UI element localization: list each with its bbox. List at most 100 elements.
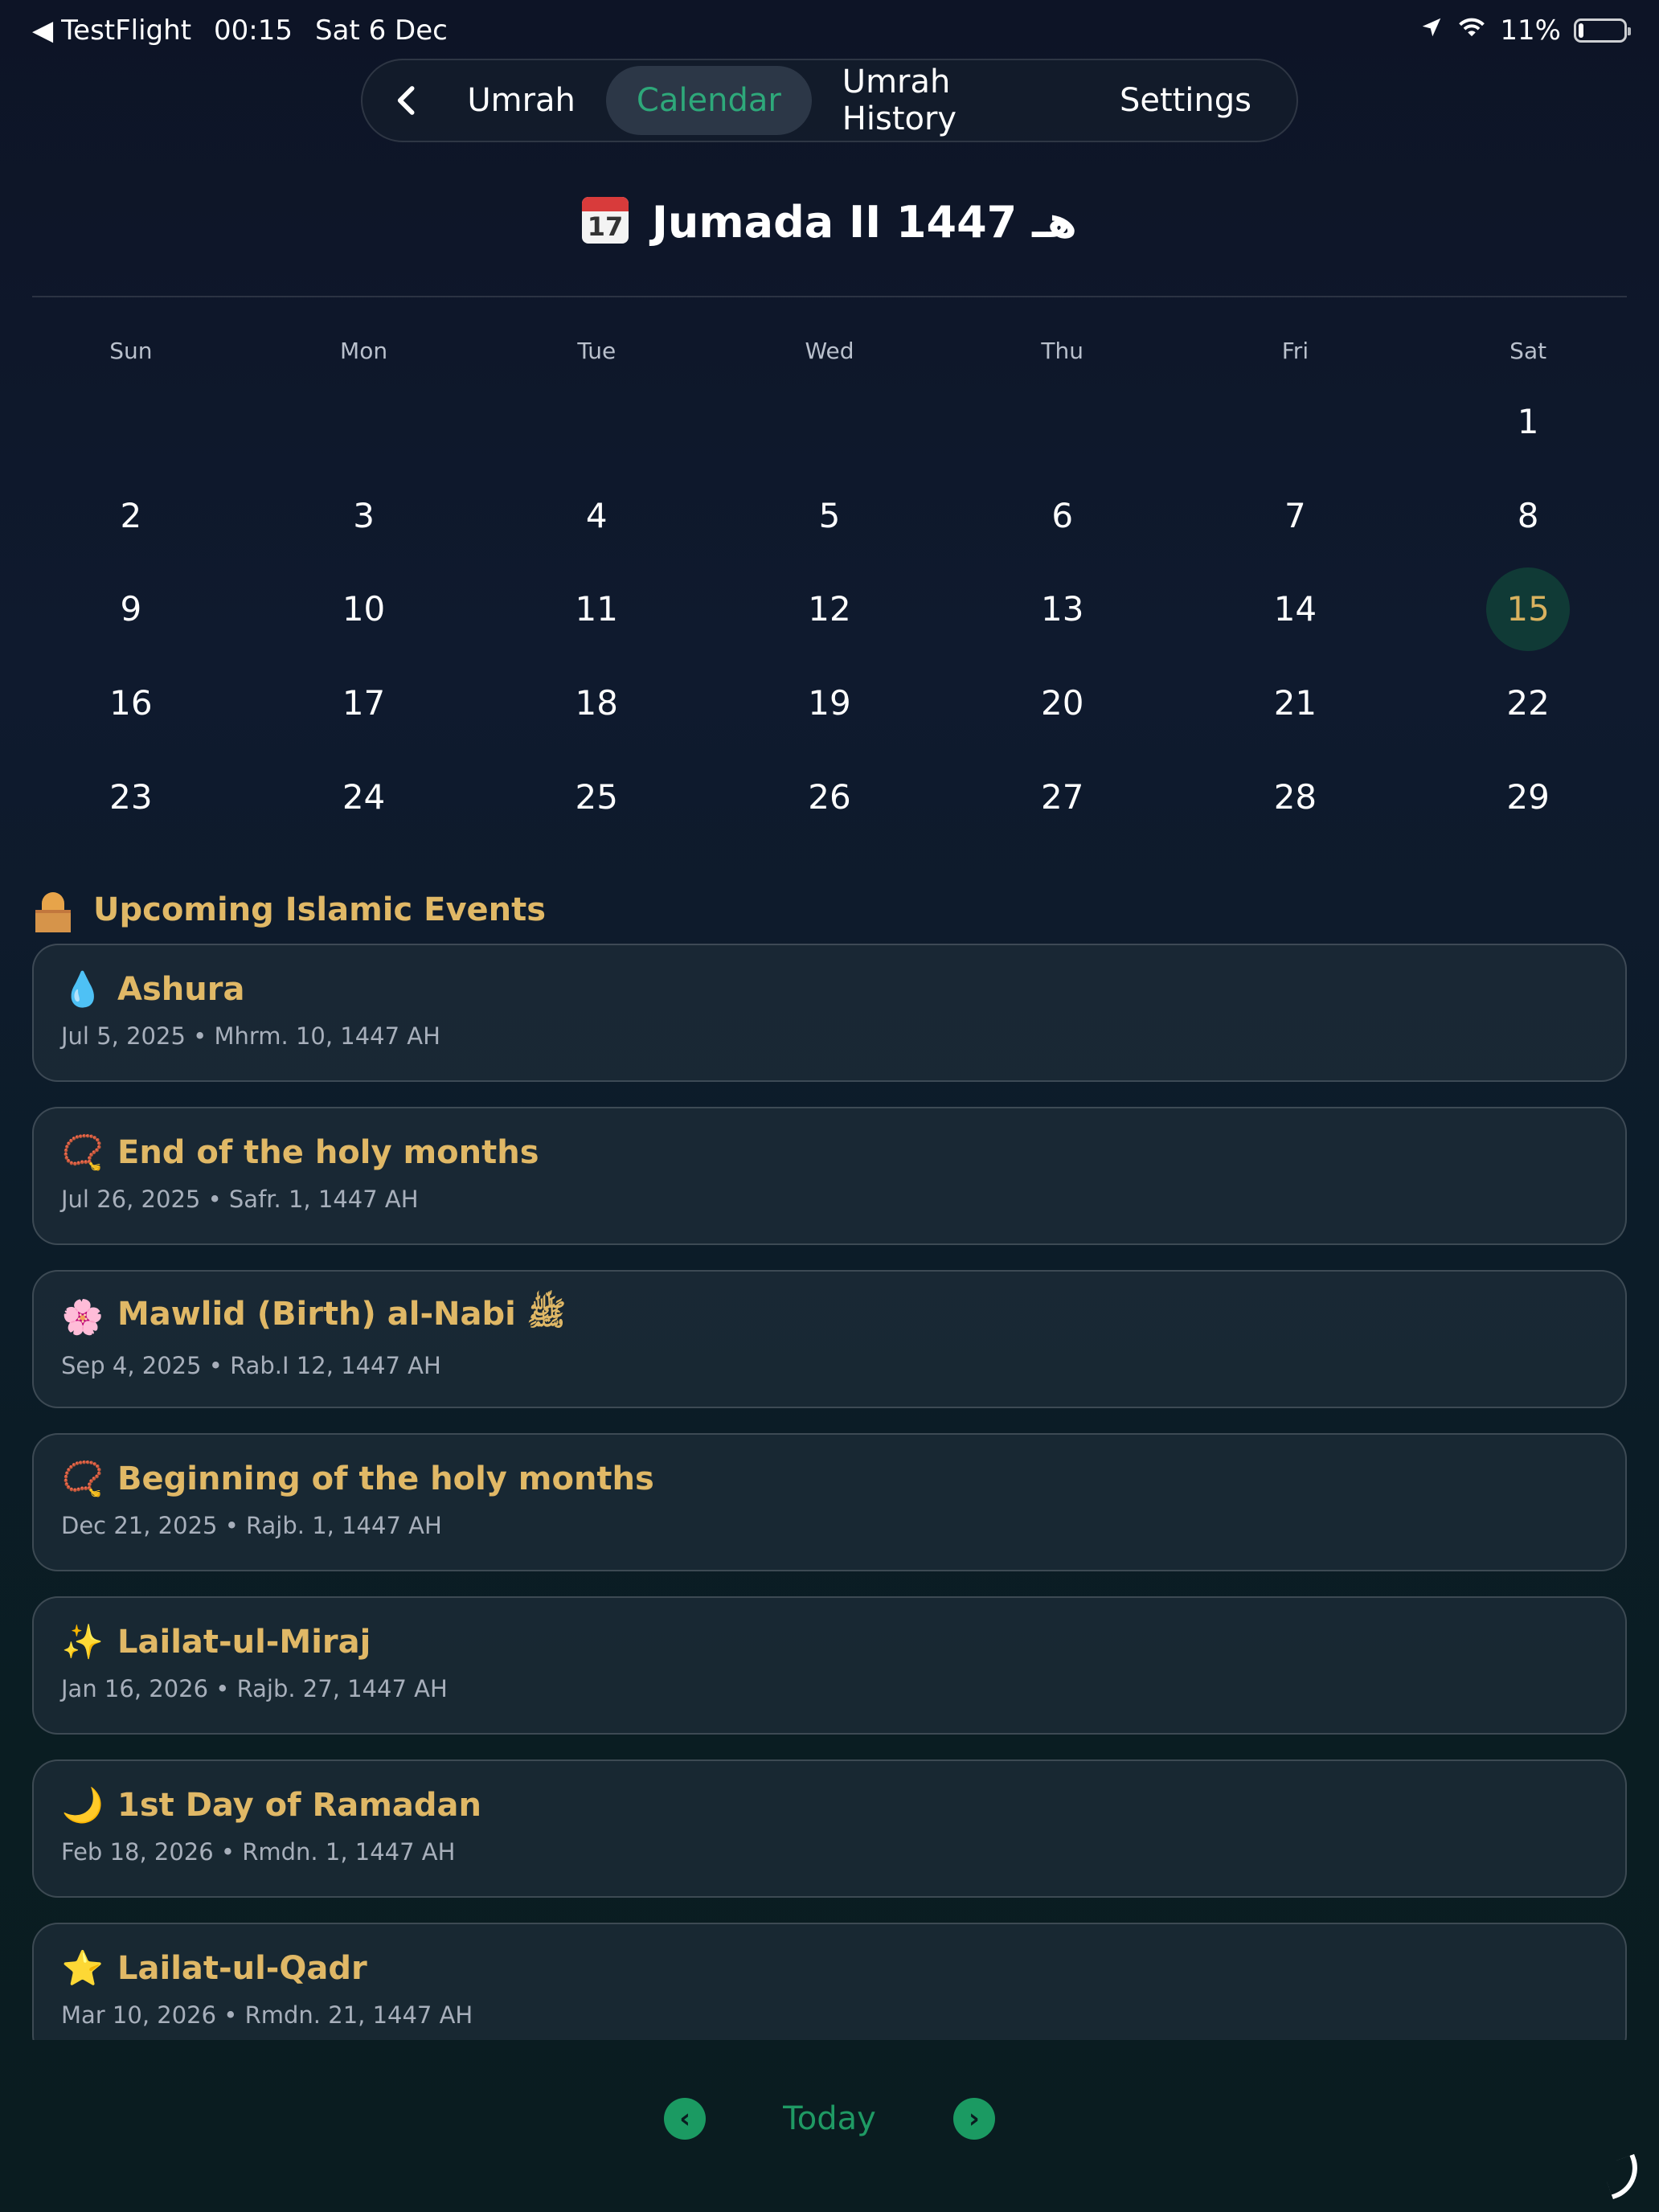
- back-chevron-button[interactable]: [377, 68, 436, 133]
- day-cell[interactable]: 1: [1411, 375, 1645, 469]
- day-cell[interactable]: 4: [480, 469, 713, 563]
- top-navigation: Umrah Calendar Umrah History Settings: [361, 59, 1298, 142]
- day-number: 27: [1040, 777, 1084, 817]
- day-cell[interactable]: 18: [480, 656, 713, 750]
- empty-day-cell: [1179, 375, 1412, 469]
- day-cell[interactable]: 13: [946, 563, 1179, 657]
- event-name: Mawlid (Birth) al-Nabi ﷺ: [117, 1296, 567, 1333]
- next-month-button[interactable]: ›: [952, 2098, 995, 2140]
- day-cell[interactable]: 21: [1179, 656, 1412, 750]
- event-card[interactable]: 🌙 1st Day of Ramadan Feb 18, 2026 • Rmdn. …: [32, 1759, 1627, 1898]
- day-cell[interactable]: 10: [248, 563, 481, 657]
- divider: [32, 296, 1627, 297]
- day-cell[interactable]: 20: [946, 656, 1179, 750]
- event-card[interactable]: ✨ Lailat-ul-Miraj Jan 16, 2026 • Rajb. 27,…: [32, 1596, 1627, 1735]
- day-cell[interactable]: 25: [480, 750, 713, 844]
- crescent-moon-icon: 🌙: [61, 1785, 104, 1825]
- previous-month-button[interactable]: ‹: [664, 2098, 707, 2140]
- day-cell[interactable]: 26: [713, 750, 946, 844]
- day-number: 23: [109, 777, 153, 817]
- day-number: 24: [342, 777, 386, 817]
- prayer-beads-icon: 📿: [61, 1459, 104, 1498]
- day-cell[interactable]: 2: [14, 469, 248, 563]
- day-number: 7: [1284, 495, 1306, 535]
- day-cell[interactable]: 3: [248, 469, 481, 563]
- tab-umrah[interactable]: Umrah: [436, 66, 606, 135]
- event-date: Mar 10, 2026 • Rmdn. 21, 1447 AH: [61, 2001, 473, 2029]
- day-cell[interactable]: 28: [1179, 750, 1412, 844]
- day-cell[interactable]: 23: [14, 750, 248, 844]
- event-date: Jul 5, 2025 • Mhrm. 10, 1447 AH: [61, 1022, 440, 1050]
- status-right: 11%: [1419, 14, 1631, 47]
- empty-day-cell: [480, 375, 713, 469]
- event-name: Beginning of the holy months: [117, 1460, 654, 1497]
- day-number: 17: [342, 683, 386, 723]
- empty-day-cell: [14, 375, 248, 469]
- empty-day-cell: [946, 375, 1179, 469]
- event-date: Sep 4, 2025 • Rab.I 12, 1447 AH: [61, 1352, 441, 1379]
- events-list[interactable]: 💧 Ashura Jul 5, 2025 • Mhrm. 10, 1447 AH 📿 E…: [32, 944, 1627, 2040]
- weekday-label: Thu: [1041, 338, 1083, 364]
- event-name: Ashura: [117, 971, 245, 1008]
- day-number: 22: [1506, 683, 1550, 723]
- day-number: 1: [1517, 401, 1539, 441]
- back-triangle-icon: ◀: [32, 14, 54, 47]
- day-number: 16: [109, 683, 153, 723]
- weekday-label: Mon: [340, 338, 388, 364]
- day-cell[interactable]: 5: [713, 469, 946, 563]
- back-app-label: TestFlight: [61, 14, 192, 47]
- prayer-beads-icon: 📿: [61, 1133, 104, 1172]
- event-header: ⭐ Lailat-ul-Qadr: [61, 1947, 1598, 1990]
- day-cell[interactable]: 14: [1179, 563, 1412, 657]
- chevron-left-icon: ‹: [679, 2103, 691, 2135]
- day-number: 6: [1051, 495, 1074, 535]
- day-cell[interactable]: 27: [946, 750, 1179, 844]
- day-cell[interactable]: 9: [14, 563, 248, 657]
- event-card[interactable]: 📿 Beginning of the holy months Dec 21, 202…: [32, 1433, 1627, 1571]
- event-card[interactable]: 📿 End of the holy months Jul 26, 2025 • Sa…: [32, 1107, 1627, 1245]
- event-date: Dec 21, 2025 • Rajb. 1, 1447 AH: [61, 1512, 442, 1539]
- weekday-label: Sun: [109, 338, 153, 364]
- day-number: 12: [808, 589, 851, 629]
- battery-icon: [1574, 18, 1631, 43]
- day-number: 19: [808, 683, 851, 723]
- day-cell[interactable]: 19: [713, 656, 946, 750]
- day-number: 8: [1517, 495, 1539, 535]
- day-cell-today[interactable]: 15: [1411, 563, 1645, 657]
- day-number: 21: [1273, 683, 1317, 723]
- today-button[interactable]: Today: [783, 2100, 876, 2137]
- month-title: 17 Jumada II 1447 هـ: [0, 197, 1659, 248]
- event-card[interactable]: 💧 Ashura Jul 5, 2025 • Mhrm. 10, 1447 AH: [32, 944, 1627, 1082]
- tab-settings[interactable]: Settings: [1089, 66, 1282, 135]
- event-card[interactable]: ⭐ Lailat-ul-Qadr Mar 10, 2026 • Rmdn. 21, …: [32, 1923, 1627, 2040]
- event-card[interactable]: 🌸 Mawlid (Birth) al-Nabi ﷺ Sep 4, 2025 • R…: [32, 1270, 1627, 1408]
- day-number: 5: [818, 495, 841, 535]
- weekday-label: Fri: [1281, 338, 1309, 364]
- day-number: 13: [1040, 589, 1084, 629]
- pencil-hover-icon: [1600, 2153, 1647, 2200]
- day-number: 11: [575, 589, 618, 629]
- day-cell[interactable]: 8: [1411, 469, 1645, 563]
- tab-umrah-history[interactable]: Umrah History: [812, 63, 1089, 137]
- day-cell[interactable]: 7: [1179, 469, 1412, 563]
- day-cell[interactable]: 17: [248, 656, 481, 750]
- chevron-left-icon: [398, 86, 415, 115]
- day-cell[interactable]: 24: [248, 750, 481, 844]
- battery-percent: 11%: [1500, 14, 1561, 47]
- day-cell[interactable]: 22: [1411, 656, 1645, 750]
- day-number: 4: [585, 495, 608, 535]
- tab-calendar[interactable]: Calendar: [605, 66, 812, 135]
- empty-day-cell: [713, 375, 946, 469]
- day-cell[interactable]: 6: [946, 469, 1179, 563]
- day-number: 15: [1486, 567, 1571, 651]
- day-cell[interactable]: 29: [1411, 750, 1645, 844]
- status-left: ◀ TestFlight 00:15 Sat 6 Dec: [32, 14, 448, 47]
- back-to-app-link[interactable]: ◀ TestFlight: [32, 14, 191, 47]
- day-cell[interactable]: 11: [480, 563, 713, 657]
- weekday-header-row: Sun Mon Tue Wed Thu Fri Sat: [14, 338, 1645, 364]
- day-cell[interactable]: 12: [713, 563, 946, 657]
- battery-level: [1579, 23, 1583, 38]
- day-cell[interactable]: 16: [14, 656, 248, 750]
- day-number: 18: [575, 683, 618, 723]
- day-number: 28: [1273, 777, 1317, 817]
